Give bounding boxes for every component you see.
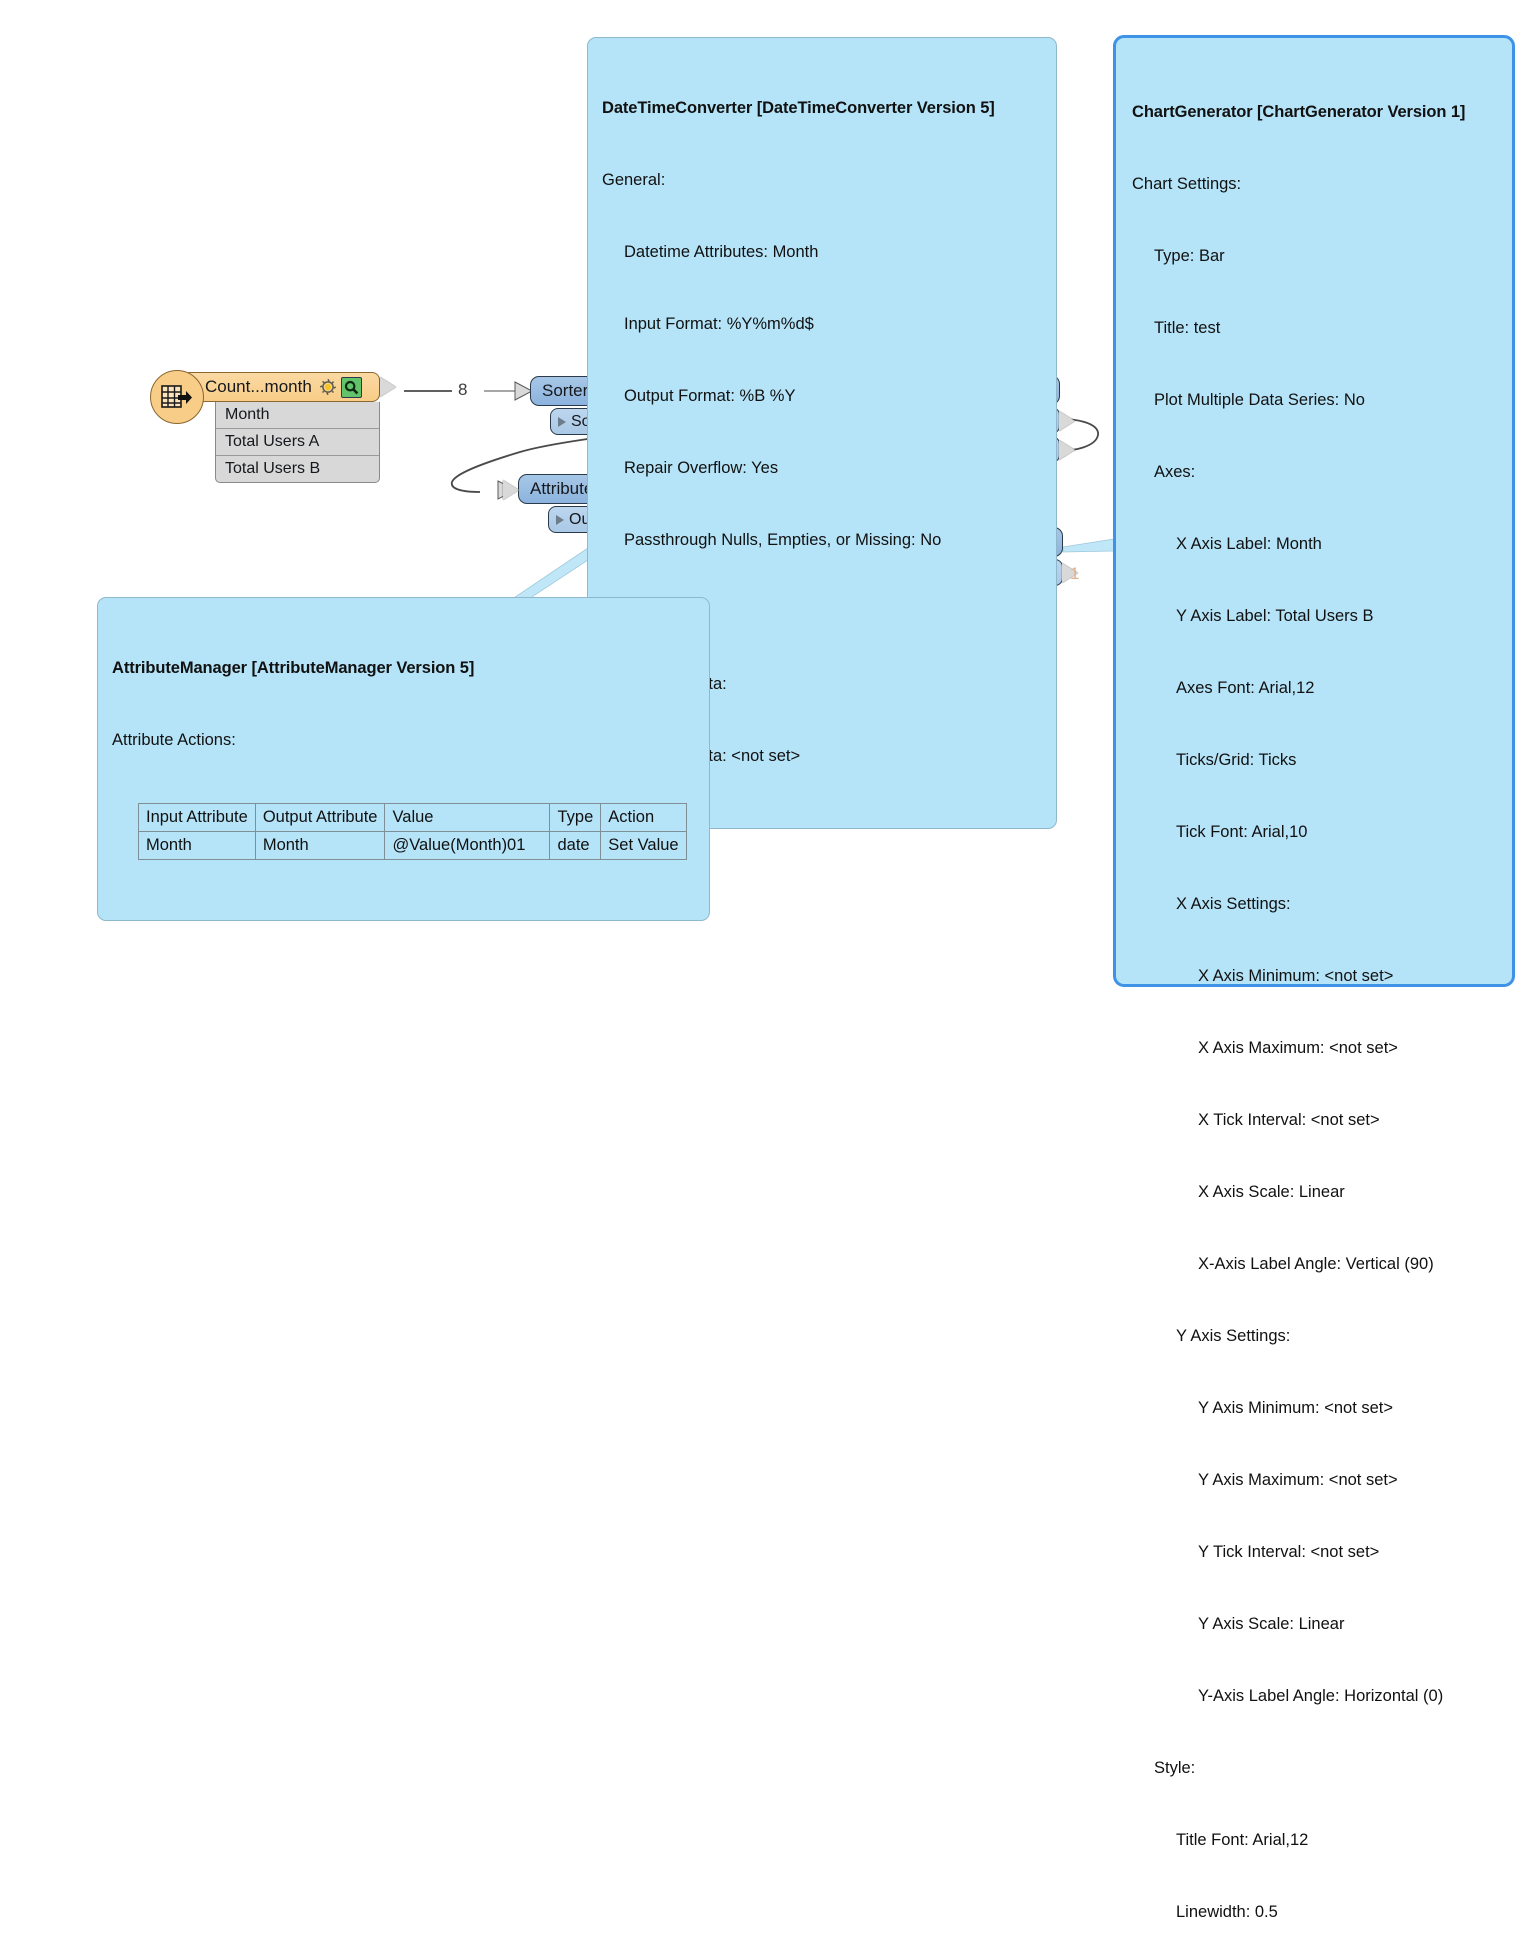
table-cell: date bbox=[549, 831, 602, 860]
annotation-line: X Tick Interval: <not set> bbox=[1198, 1111, 1380, 1129]
annotation-title: DateTimeConverter [DateTimeConverter Ver… bbox=[602, 99, 995, 117]
annotation-line: Plot Multiple Data Series: No bbox=[1154, 391, 1365, 409]
magnifier-icon[interactable] bbox=[340, 376, 362, 398]
column-header: Value bbox=[384, 803, 551, 832]
annotation-line: Axes: bbox=[1154, 463, 1196, 481]
annotation-line: Type: Bar bbox=[1154, 247, 1225, 265]
annotation-line: Style: bbox=[1154, 1759, 1196, 1777]
annotation-line: Y Axis Label: Total Users B bbox=[1176, 607, 1374, 625]
annotation-line: X Axis Maximum: <not set> bbox=[1198, 1039, 1398, 1057]
table-row: Month Month @Value(Month)01 date Set Val… bbox=[138, 831, 687, 860]
list-item[interactable]: Month bbox=[216, 402, 379, 429]
column-header: Action bbox=[600, 803, 687, 832]
play-triangle-icon bbox=[556, 514, 564, 525]
workspace-canvas[interactable]: Count...month Month Total Users A Total … bbox=[0, 0, 1537, 1921]
annotation-subtitle: Attribute Actions: bbox=[112, 731, 236, 749]
table-arrow-icon bbox=[150, 370, 204, 424]
annotation-line: General: bbox=[602, 171, 666, 189]
annotation-attributemanager[interactable]: AttributeManager [AttributeManager Versi… bbox=[97, 597, 710, 921]
annotation-line: Chart Settings: bbox=[1132, 175, 1242, 193]
reader-attribute-list: Month Total Users A Total Users B bbox=[215, 402, 380, 483]
reader-node[interactable]: Count...month Month Total Users A Total … bbox=[150, 370, 396, 483]
annotation-line: X-Axis Label Angle: Vertical (90) bbox=[1198, 1255, 1434, 1273]
table-cell: Month bbox=[254, 831, 386, 860]
list-item[interactable]: Total Users B bbox=[216, 456, 379, 482]
annotation-line: X Axis Minimum: <not set> bbox=[1198, 967, 1394, 985]
annotation-line: Y Axis Maximum: <not set> bbox=[1198, 1471, 1398, 1489]
table-cell: Set Value bbox=[600, 831, 687, 860]
annotation-line: X Axis Settings: bbox=[1176, 895, 1291, 913]
table-cell: Month bbox=[138, 831, 256, 860]
annotation-title: AttributeManager [AttributeManager Versi… bbox=[112, 659, 475, 677]
port-output-arrow bbox=[1059, 411, 1075, 431]
annotation-line: Y Axis Minimum: <not set> bbox=[1198, 1399, 1394, 1417]
input-arrow bbox=[503, 480, 519, 500]
column-header: Type bbox=[549, 803, 602, 832]
annotation-line: Repair Overflow: Yes bbox=[624, 459, 779, 477]
leader-chartgenerator bbox=[1062, 538, 1115, 553]
annotation-line: Y-Axis Label Angle: Horizontal (0) bbox=[1198, 1687, 1444, 1705]
reader-header[interactable]: Count...month bbox=[182, 372, 396, 402]
port-output-arrow bbox=[1059, 440, 1075, 460]
table-arrow-icon-svg bbox=[161, 385, 192, 408]
annotation-line: Passthrough Nulls, Empties, or Missing: … bbox=[624, 531, 942, 549]
annotation-line: Output Format: %B %Y bbox=[624, 387, 796, 405]
table-header-row: Input Attribute Output Attribute Value T… bbox=[138, 803, 687, 832]
annotation-title: ChartGenerator [ChartGenerator Version 1… bbox=[1132, 103, 1466, 121]
table-cell: @Value(Month)01 bbox=[384, 831, 551, 860]
annotation-line: X Axis Scale: Linear bbox=[1198, 1183, 1345, 1201]
annotation-line: Tick Font: Arial,10 bbox=[1176, 823, 1308, 841]
annotation-line: Y Axis Settings: bbox=[1176, 1327, 1291, 1345]
annotation-line: Linewidth: 0.5 bbox=[1176, 1903, 1278, 1921]
annotation-line: Title Font: Arial,12 bbox=[1176, 1831, 1309, 1849]
conn-label-reader-to-sorter: 8 bbox=[458, 380, 468, 399]
annotation-line: Y Tick Interval: <not set> bbox=[1198, 1543, 1380, 1561]
annotation-line: Input Format: %Y%m%d$ bbox=[624, 315, 814, 333]
annotation-line: Title: test bbox=[1154, 319, 1221, 337]
annotation-line: Axes Font: Arial,12 bbox=[1176, 679, 1315, 697]
annotation-line: X Axis Label: Month bbox=[1176, 535, 1322, 553]
play-triangle-icon bbox=[558, 416, 566, 427]
annotation-line: Ticks/Grid: Ticks bbox=[1176, 751, 1297, 769]
conn-label-chartgenerator-output: 1 bbox=[1070, 564, 1080, 583]
column-header: Output Attribute bbox=[254, 803, 386, 832]
annotation-line: Datetime Attributes: Month bbox=[624, 243, 819, 261]
list-item[interactable]: Total Users A bbox=[216, 429, 379, 456]
gear-icon[interactable] bbox=[318, 377, 338, 397]
column-header: Input Attribute bbox=[138, 803, 256, 832]
attribute-actions-table: Input Attribute Output Attribute Value T… bbox=[138, 803, 687, 860]
annotation-line: Y Axis Scale: Linear bbox=[1198, 1615, 1345, 1633]
reader-name: Count...month bbox=[205, 377, 312, 396]
annotation-chartgenerator[interactable]: ChartGenerator [ChartGenerator Version 1… bbox=[1113, 35, 1515, 1921]
reader-output-arrow bbox=[380, 377, 396, 397]
